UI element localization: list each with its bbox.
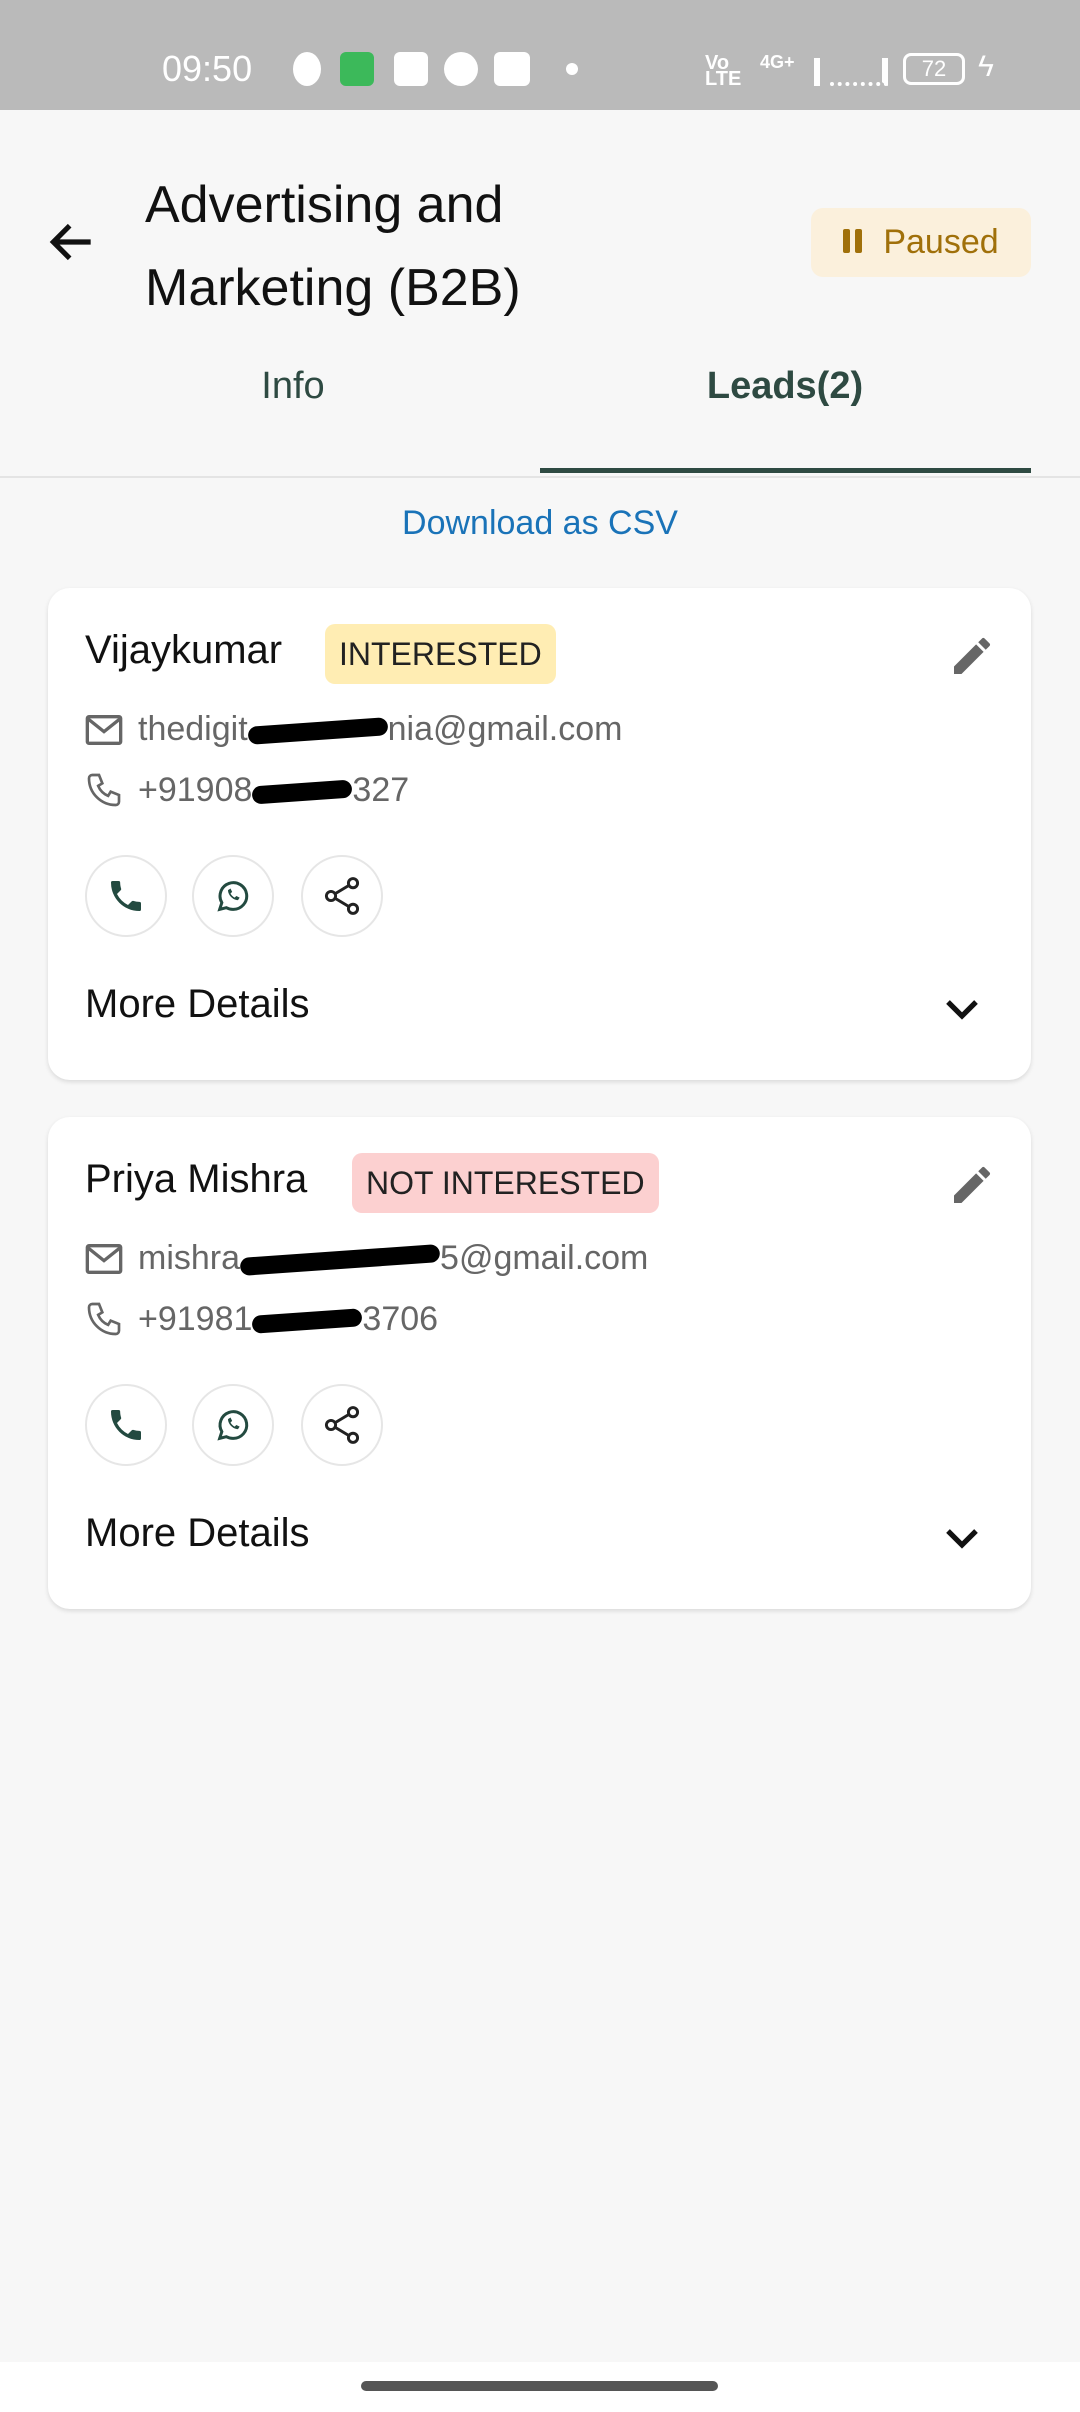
lead-status-badge: NOT INTERESTED xyxy=(352,1153,659,1213)
more-details-toggle[interactable]: More Details xyxy=(85,982,310,1027)
volte-icon: Vo LTE xyxy=(705,52,742,90)
status-badge: Paused xyxy=(811,208,1031,277)
lead-name: Priya Mishra xyxy=(85,1157,308,1201)
download-csv-link[interactable]: Download as CSV xyxy=(0,504,1080,543)
pause-icon xyxy=(843,223,867,262)
page-title: Advertising and Marketing (B2B) xyxy=(145,176,521,317)
linkedin-icon xyxy=(394,52,428,86)
phone-icon xyxy=(111,881,141,911)
lead-status-badge: INTERESTED xyxy=(325,624,556,684)
tab-leads[interactable]: Leads(2) xyxy=(540,365,1030,425)
lead-name: Vijaykumar xyxy=(85,628,283,672)
whatsapp-button[interactable] xyxy=(192,1384,274,1466)
realme-icon xyxy=(494,52,530,86)
chevron-down-icon[interactable] xyxy=(938,986,986,1034)
share-button[interactable] xyxy=(301,855,383,937)
share-icon xyxy=(324,877,360,915)
phone-icon xyxy=(111,1410,141,1440)
lead-card: Priya Mishra NOT INTERESTED mishra 5@gmai… xyxy=(48,1117,1031,1609)
mail-icon xyxy=(85,714,123,745)
chevron-down-icon[interactable] xyxy=(938,1515,986,1563)
whatsapp-icon xyxy=(217,881,249,912)
active-tab-indicator xyxy=(540,468,1031,473)
status-time: 09:50 xyxy=(162,48,253,89)
charging-icon: ϟ xyxy=(978,50,994,83)
signal-icon xyxy=(780,58,820,86)
more-details-toggle[interactable]: More Details xyxy=(85,1511,310,1556)
battery-icon: 72 xyxy=(903,53,965,85)
status-bar: 09:50 Vo LTE 4G+ 72 ϟ xyxy=(0,0,1080,110)
whatsapp-icon xyxy=(217,1410,249,1441)
share-icon xyxy=(324,1406,360,1444)
lead-phone: +91981 3706 xyxy=(84,1299,438,1339)
lead-email: mishra 5@gmail.com xyxy=(84,1239,648,1278)
more-notifications-icon xyxy=(566,63,578,75)
tab-info[interactable]: Info xyxy=(48,365,538,425)
phone-icon xyxy=(87,773,121,807)
lead-email: thedigit nia@gmail.com xyxy=(84,710,622,749)
lead-phone: +91908 327 xyxy=(84,770,409,810)
mail-icon xyxy=(85,1243,123,1274)
edit-pencil-icon[interactable] xyxy=(948,1161,996,1209)
whatsapp-button[interactable] xyxy=(192,855,274,937)
chat-notification-icon xyxy=(293,52,321,86)
lead-card: Vijaykumar INTERESTED thedigit nia@gmail.… xyxy=(48,588,1031,1080)
edit-pencil-icon[interactable] xyxy=(948,632,996,680)
share-button[interactable] xyxy=(301,1384,383,1466)
back-arrow-icon[interactable] xyxy=(44,214,100,270)
security-app-icon xyxy=(340,52,374,86)
call-button[interactable] xyxy=(85,1384,167,1466)
medium-icon xyxy=(444,52,478,86)
call-button[interactable] xyxy=(85,855,167,937)
home-indicator[interactable] xyxy=(361,2381,718,2391)
divider xyxy=(0,476,1080,478)
phone-icon xyxy=(87,1302,121,1336)
signal-2-icon xyxy=(830,58,888,86)
